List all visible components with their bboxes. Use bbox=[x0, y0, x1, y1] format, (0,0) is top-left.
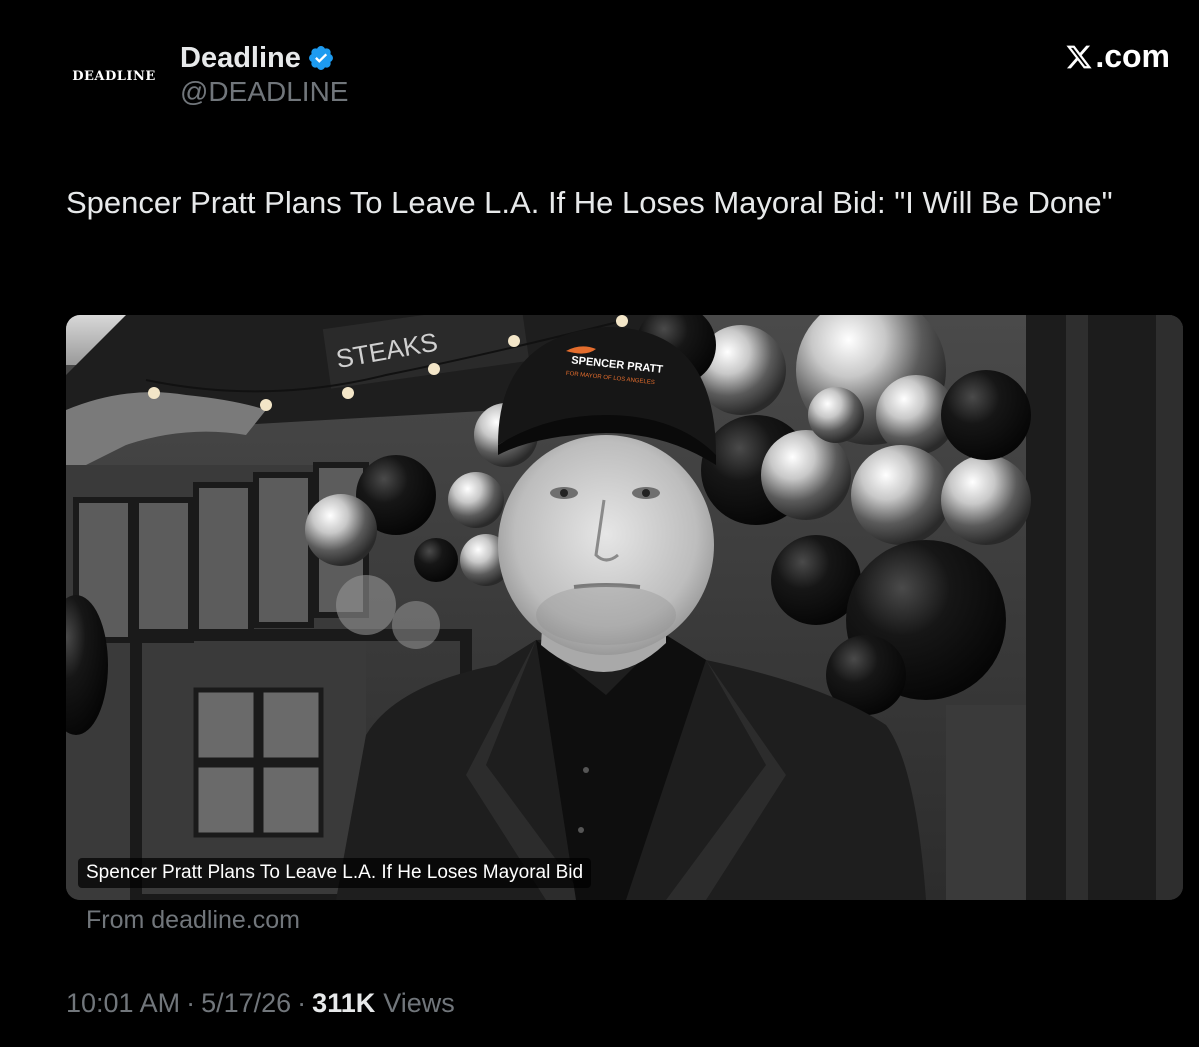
meta-separator: · bbox=[186, 988, 196, 1018]
link-card[interactable]: STEAKS SPENCER PRATT FOR MAYOR OF LOS AN… bbox=[66, 315, 1183, 900]
views-label: Views bbox=[383, 988, 455, 1018]
x-com-logo[interactable]: .com bbox=[1065, 38, 1170, 75]
author-avatar[interactable]: DEADLINE bbox=[60, 36, 168, 116]
author-handle[interactable]: @DEADLINE bbox=[180, 76, 348, 108]
display-name-row: Deadline bbox=[180, 38, 348, 78]
tweet-date[interactable]: 5/17/26 bbox=[201, 988, 291, 1019]
views-count[interactable]: 311K bbox=[312, 988, 375, 1019]
tweet-text: Spencer Pratt Plans To Leave L.A. If He … bbox=[66, 185, 1113, 220]
article-photo: STEAKS SPENCER PRATT FOR MAYOR OF LOS AN… bbox=[66, 315, 1183, 900]
author-display-name[interactable]: Deadline bbox=[180, 42, 301, 75]
author-block: Deadline @DEADLINE bbox=[180, 38, 348, 108]
x-logo-icon bbox=[1066, 45, 1092, 68]
x-com-text: .com bbox=[1095, 38, 1170, 74]
tweet-header: DEADLINE Deadline @DEADLINE .com bbox=[60, 36, 1170, 116]
card-caption: Spencer Pratt Plans To Leave L.A. If He … bbox=[78, 858, 592, 888]
avatar-logo-text: DEADLINE bbox=[72, 68, 156, 84]
card-source-link[interactable]: From deadline.com bbox=[86, 906, 300, 935]
meta-separator: · bbox=[297, 988, 307, 1018]
tweet-meta: 10:01 AM · 5/17/26 · 311K Views bbox=[66, 988, 455, 1019]
verified-badge-icon bbox=[308, 46, 333, 70]
tweet-time[interactable]: 10:01 AM bbox=[66, 988, 180, 1019]
